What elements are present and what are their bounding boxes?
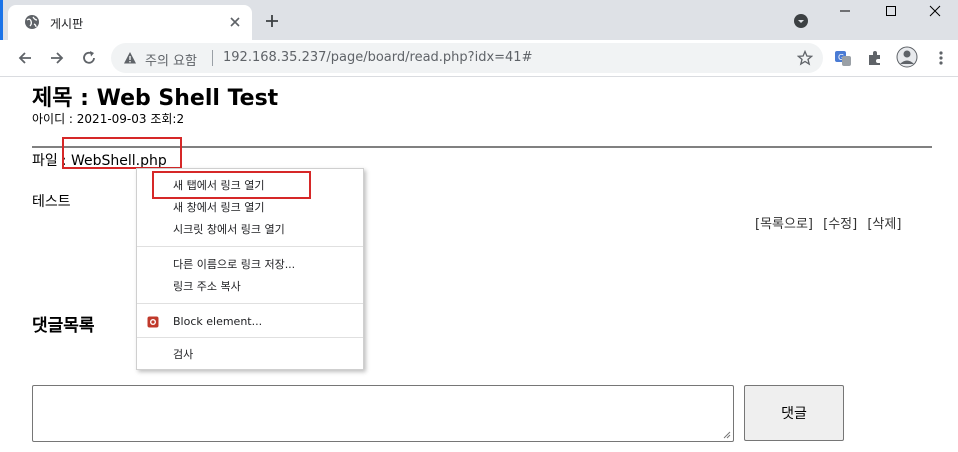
close-icon[interactable] bbox=[228, 15, 242, 29]
menu-item-label: Block element... bbox=[173, 315, 263, 328]
omnibox-divider bbox=[212, 50, 213, 66]
window-close-icon[interactable] bbox=[912, 0, 958, 30]
delete-link[interactable]: [삭제] bbox=[867, 217, 901, 232]
translate-icon[interactable]: G bbox=[834, 49, 852, 67]
forward-icon[interactable] bbox=[48, 49, 66, 67]
post-meta: 아이디 : 2021-09-03 조회:2 bbox=[32, 112, 185, 126]
edit-link[interactable]: [수정] bbox=[823, 217, 857, 232]
tab-strip: 게시판 bbox=[0, 0, 958, 40]
url-text[interactable]: 192.168.35.237/page/board/read.php?idx=4… bbox=[223, 50, 532, 65]
block-element-icon bbox=[147, 316, 159, 328]
browser-toolbar: 주의 요함 192.168.35.237/page/board/read.php… bbox=[0, 40, 958, 77]
post-actions: [목록으로] [수정] [삭제] bbox=[755, 213, 907, 232]
avatar-icon[interactable] bbox=[896, 46, 918, 68]
comment-submit-button[interactable]: 댓글 bbox=[744, 385, 844, 441]
menu-open-new-window[interactable]: 새 창에서 링크 열기 bbox=[137, 197, 363, 219]
tab-search-icon[interactable] bbox=[793, 13, 809, 29]
menu-item-label: 링크 주소 복사 bbox=[173, 280, 241, 293]
maximize-icon[interactable] bbox=[868, 0, 914, 30]
menu-item-label: 새 창에서 링크 열기 bbox=[173, 201, 265, 214]
highlight-box-file bbox=[62, 137, 182, 169]
browser-tab[interactable]: 게시판 bbox=[8, 5, 252, 40]
warning-icon[interactable] bbox=[123, 51, 137, 65]
address-bar[interactable]: 주의 요함 192.168.35.237/page/board/read.php… bbox=[111, 43, 823, 73]
menu-save-link-as[interactable]: 다른 이름으로 링크 저장... bbox=[137, 254, 363, 276]
resize-grip-icon[interactable] bbox=[723, 431, 731, 439]
security-label[interactable]: 주의 요함 bbox=[145, 50, 197, 69]
menu-item-label: 다른 이름으로 링크 저장... bbox=[173, 258, 296, 271]
file-label: 파일 bbox=[32, 153, 58, 169]
highlight-box-menu bbox=[152, 171, 311, 199]
back-icon[interactable] bbox=[16, 49, 34, 67]
extensions-icon[interactable] bbox=[866, 49, 884, 67]
menu-separator bbox=[137, 246, 363, 247]
menu-item-label: 시크릿 창에서 링크 열기 bbox=[173, 223, 285, 236]
more-menu-icon[interactable] bbox=[932, 49, 950, 67]
menu-item-label: 검사 bbox=[173, 348, 194, 361]
reload-icon[interactable] bbox=[80, 49, 98, 67]
globe-icon bbox=[25, 15, 39, 29]
post-content: 테스트 bbox=[32, 194, 71, 210]
menu-inspect[interactable]: 검사 bbox=[137, 344, 363, 366]
list-link[interactable]: [목록으로] bbox=[755, 217, 813, 232]
menu-block-element[interactable]: Block element... bbox=[137, 311, 363, 333]
menu-separator bbox=[137, 303, 363, 304]
plus-icon[interactable] bbox=[264, 13, 280, 29]
minimize-icon[interactable] bbox=[822, 0, 868, 30]
menu-separator bbox=[137, 337, 363, 338]
menu-copy-link-address[interactable]: 링크 주소 복사 bbox=[137, 276, 363, 298]
comments-title: 댓글목록 bbox=[32, 316, 95, 336]
comment-textarea[interactable] bbox=[32, 385, 734, 442]
menu-open-incognito[interactable]: 시크릿 창에서 링크 열기 bbox=[137, 219, 363, 241]
tab-title: 게시판 bbox=[50, 17, 84, 31]
post-title: 제목 : Web Shell Test bbox=[32, 86, 279, 111]
star-icon[interactable] bbox=[797, 50, 813, 66]
window-edge bbox=[0, 0, 3, 40]
